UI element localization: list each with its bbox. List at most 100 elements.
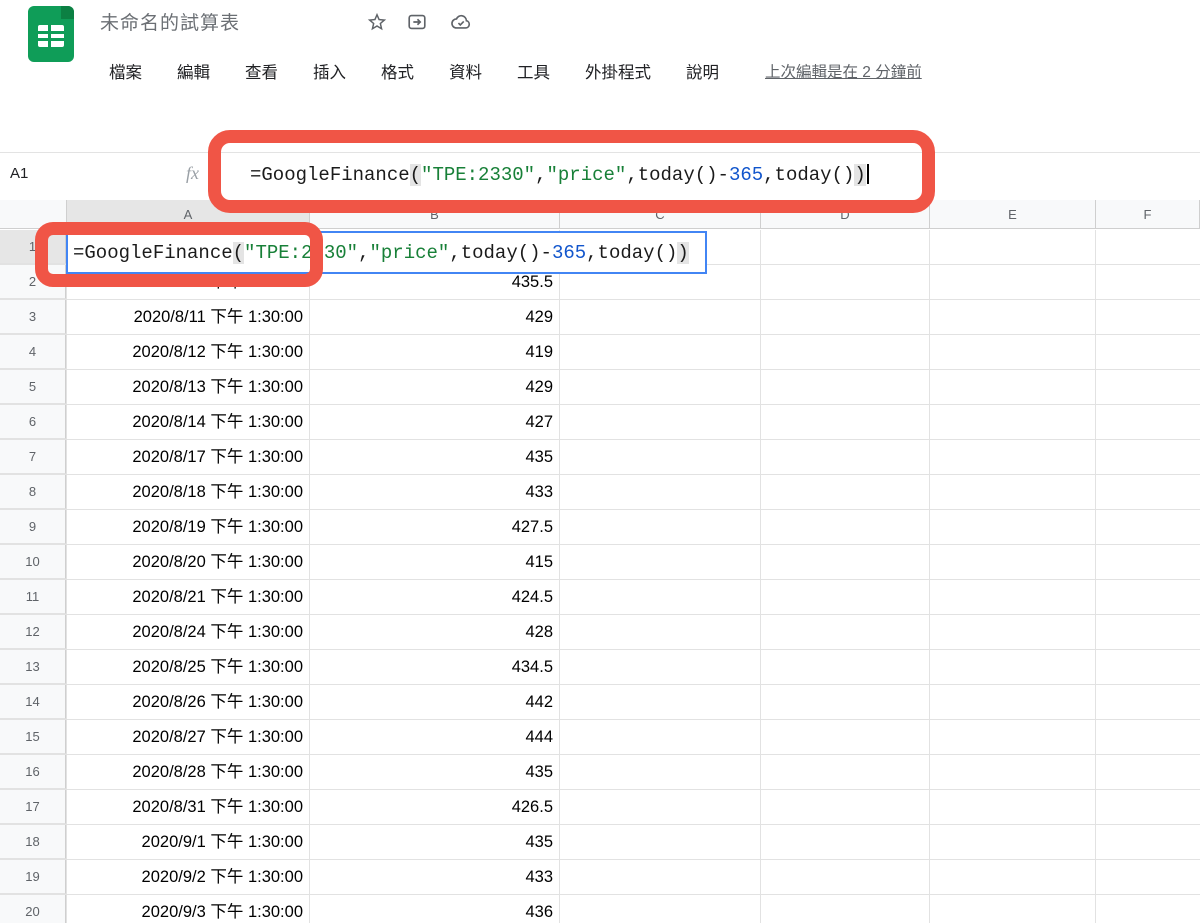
cell-B12[interactable]: 428 bbox=[310, 615, 560, 650]
formula-token: "price" bbox=[369, 242, 449, 264]
cell-B9[interactable]: 427.5 bbox=[310, 510, 560, 545]
column-header-C[interactable]: C bbox=[560, 200, 761, 229]
text-caret bbox=[867, 164, 869, 184]
row-header-11[interactable]: 11 bbox=[0, 580, 66, 614]
column-header-E[interactable]: E bbox=[930, 200, 1096, 229]
formula-token: ) bbox=[854, 164, 865, 186]
menu-bar: 檔案編輯查看插入格式資料工具外掛程式說明 上次編輯是在 2 分鐘前 bbox=[94, 54, 922, 88]
menu-item-檔案[interactable]: 檔案 bbox=[94, 55, 157, 87]
row-header-3[interactable]: 3 bbox=[0, 300, 66, 334]
cell-B18[interactable]: 435 bbox=[310, 825, 560, 860]
row-header-19[interactable]: 19 bbox=[0, 860, 66, 894]
cell-B4[interactable]: 419 bbox=[310, 335, 560, 370]
row-header-1[interactable]: 1 bbox=[0, 230, 66, 264]
cell-A8[interactable]: 2020/8/18 下午 1:30:00 bbox=[67, 475, 310, 510]
cell-A6[interactable]: 2020/8/14 下午 1:30:00 bbox=[67, 405, 310, 440]
document-title[interactable]: 未命名的試算表 bbox=[100, 8, 240, 35]
cell-B10[interactable]: 415 bbox=[310, 545, 560, 580]
active-cell-editor[interactable]: =GoogleFinance("TPE:2330","price",today(… bbox=[66, 231, 707, 274]
menu-item-外掛程式[interactable]: 外掛程式 bbox=[570, 55, 666, 87]
cell-A20[interactable]: 2020/9/3 下午 1:30:00 bbox=[67, 895, 310, 923]
select-all-corner[interactable] bbox=[0, 200, 67, 229]
row-header-9[interactable]: 9 bbox=[0, 510, 66, 544]
cell-B11[interactable]: 424.5 bbox=[310, 580, 560, 615]
row-header-12[interactable]: 12 bbox=[0, 615, 66, 649]
name-box[interactable]: A1 bbox=[10, 165, 28, 182]
cell-B8[interactable]: 433 bbox=[310, 475, 560, 510]
cell-B14[interactable]: 442 bbox=[310, 685, 560, 720]
menu-item-工具[interactable]: 工具 bbox=[502, 55, 565, 87]
cell-A15[interactable]: 2020/8/27 下午 1:30:00 bbox=[67, 720, 310, 755]
column-headers: ABCDEF bbox=[0, 200, 1200, 230]
row-header-14[interactable]: 14 bbox=[0, 685, 66, 719]
formula-bar: A1 fx =GoogleFinance("TPE:2330","price",… bbox=[0, 152, 1200, 200]
row-header-6[interactable]: 6 bbox=[0, 405, 66, 439]
cell-A16[interactable]: 2020/8/28 下午 1:30:00 bbox=[67, 755, 310, 790]
cell-A11[interactable]: 2020/8/21 下午 1:30:00 bbox=[67, 580, 310, 615]
last-edited-link[interactable]: 上次編輯是在 2 分鐘前 bbox=[765, 60, 922, 82]
cell-B3[interactable]: 429 bbox=[310, 300, 560, 335]
cell-A13[interactable]: 2020/8/25 下午 1:30:00 bbox=[67, 650, 310, 685]
gridline bbox=[760, 230, 761, 923]
cell-B15[interactable]: 444 bbox=[310, 720, 560, 755]
cell-A7[interactable]: 2020/8/17 下午 1:30:00 bbox=[67, 440, 310, 475]
formula-token: 365 bbox=[552, 242, 586, 264]
spreadsheet-grid: ABCDEF 122020/8/10 下午 1:30:00435.532020/… bbox=[0, 200, 1200, 923]
column-header-B[interactable]: B bbox=[310, 200, 560, 229]
cell-B5[interactable]: 429 bbox=[310, 370, 560, 405]
cell-B13[interactable]: 434.5 bbox=[310, 650, 560, 685]
formula-token: "price" bbox=[546, 164, 626, 186]
cell-A12[interactable]: 2020/8/24 下午 1:30:00 bbox=[67, 615, 310, 650]
cell-A3[interactable]: 2020/8/11 下午 1:30:00 bbox=[67, 300, 310, 335]
column-header-A[interactable]: A bbox=[67, 200, 310, 229]
cell-B6[interactable]: 427 bbox=[310, 405, 560, 440]
row-header-15[interactable]: 15 bbox=[0, 720, 66, 754]
sheets-logo-icon[interactable] bbox=[28, 6, 74, 62]
cell-B20[interactable]: 436 bbox=[310, 895, 560, 923]
cell-A5[interactable]: 2020/8/13 下午 1:30:00 bbox=[67, 370, 310, 405]
cell-B7[interactable]: 435 bbox=[310, 440, 560, 475]
row-header-7[interactable]: 7 bbox=[0, 440, 66, 474]
row-header-4[interactable]: 4 bbox=[0, 335, 66, 369]
cell-B16[interactable]: 435 bbox=[310, 755, 560, 790]
formula-token: "TPE:2330" bbox=[421, 164, 535, 186]
grid-body[interactable]: 122020/8/10 下午 1:30:00435.532020/8/11 下午… bbox=[0, 230, 1200, 923]
formula-token: , bbox=[535, 164, 546, 186]
menu-item-資料[interactable]: 資料 bbox=[434, 55, 497, 87]
cell-A18[interactable]: 2020/9/1 下午 1:30:00 bbox=[67, 825, 310, 860]
cell-A19[interactable]: 2020/9/2 下午 1:30:00 bbox=[67, 860, 310, 895]
row-header-17[interactable]: 17 bbox=[0, 790, 66, 824]
cell-A9[interactable]: 2020/8/19 下午 1:30:00 bbox=[67, 510, 310, 545]
row-header-10[interactable]: 10 bbox=[0, 545, 66, 579]
menu-item-格式[interactable]: 格式 bbox=[366, 55, 429, 87]
cell-A10[interactable]: 2020/8/20 下午 1:30:00 bbox=[67, 545, 310, 580]
formula-token: 365 bbox=[729, 164, 763, 186]
menu-item-查看[interactable]: 查看 bbox=[230, 55, 293, 87]
gridline bbox=[1095, 230, 1096, 923]
row-header-8[interactable]: 8 bbox=[0, 475, 66, 509]
formula-token: ,today()- bbox=[626, 164, 729, 186]
star-icon[interactable] bbox=[366, 11, 388, 33]
menu-item-插入[interactable]: 插入 bbox=[298, 55, 361, 87]
cell-B19[interactable]: 433 bbox=[310, 860, 560, 895]
row-header-5[interactable]: 5 bbox=[0, 370, 66, 404]
row-header-2[interactable]: 2 bbox=[0, 265, 66, 299]
formula-token: ,today() bbox=[763, 164, 854, 186]
row-header-16[interactable]: 16 bbox=[0, 755, 66, 789]
formula-token: "TPE:2330" bbox=[244, 242, 358, 264]
column-header-D[interactable]: D bbox=[761, 200, 930, 229]
cell-A4[interactable]: 2020/8/12 下午 1:30:00 bbox=[67, 335, 310, 370]
cell-B17[interactable]: 426.5 bbox=[310, 790, 560, 825]
formula-input[interactable]: =GoogleFinance("TPE:2330","price",today(… bbox=[250, 164, 869, 186]
cloud-saved-icon[interactable] bbox=[450, 11, 472, 33]
move-to-folder-icon[interactable] bbox=[406, 11, 428, 33]
column-header-F[interactable]: F bbox=[1096, 200, 1200, 229]
row-header-18[interactable]: 18 bbox=[0, 825, 66, 859]
row-header-13[interactable]: 13 bbox=[0, 650, 66, 684]
logo-fold bbox=[61, 6, 74, 19]
cell-A14[interactable]: 2020/8/26 下午 1:30:00 bbox=[67, 685, 310, 720]
menu-item-說明[interactable]: 說明 bbox=[671, 55, 734, 87]
cell-A17[interactable]: 2020/8/31 下午 1:30:00 bbox=[67, 790, 310, 825]
row-header-20[interactable]: 20 bbox=[0, 895, 66, 923]
menu-item-編輯[interactable]: 編輯 bbox=[162, 55, 225, 87]
